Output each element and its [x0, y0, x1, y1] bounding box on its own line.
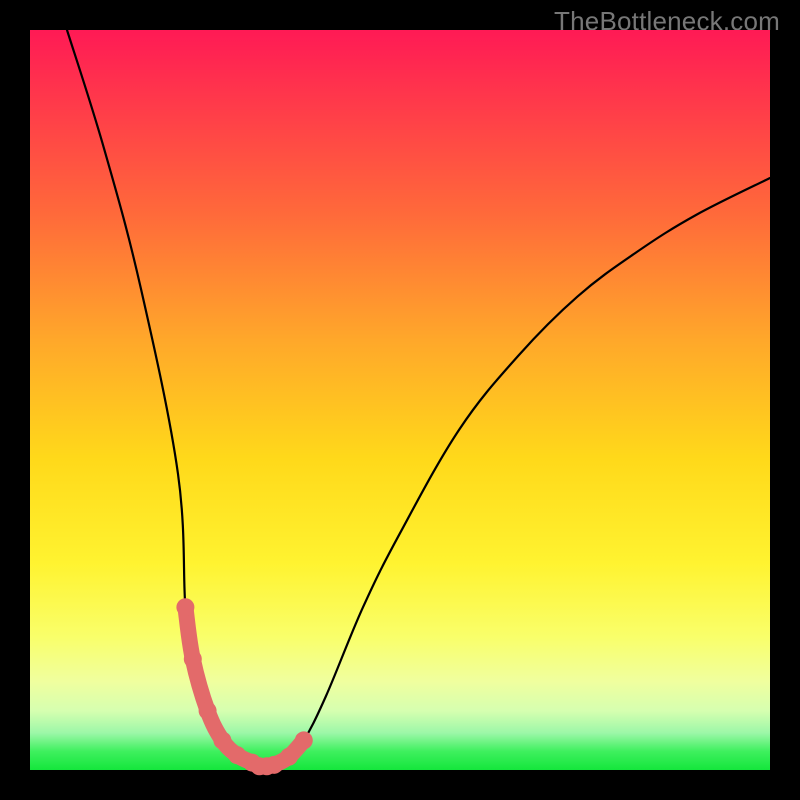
- plot-area: [30, 30, 770, 770]
- fit-marker: [280, 748, 298, 766]
- fit-marker: [213, 731, 231, 749]
- fit-marker: [199, 702, 217, 720]
- chart-frame: TheBottleneck.com: [0, 0, 800, 800]
- curve-layer: [30, 30, 770, 770]
- fit-marker: [295, 731, 313, 749]
- fit-marker: [184, 650, 202, 668]
- bottleneck-curve: [67, 30, 770, 767]
- fit-region-overlay: [185, 607, 303, 766]
- fit-marker: [176, 598, 194, 616]
